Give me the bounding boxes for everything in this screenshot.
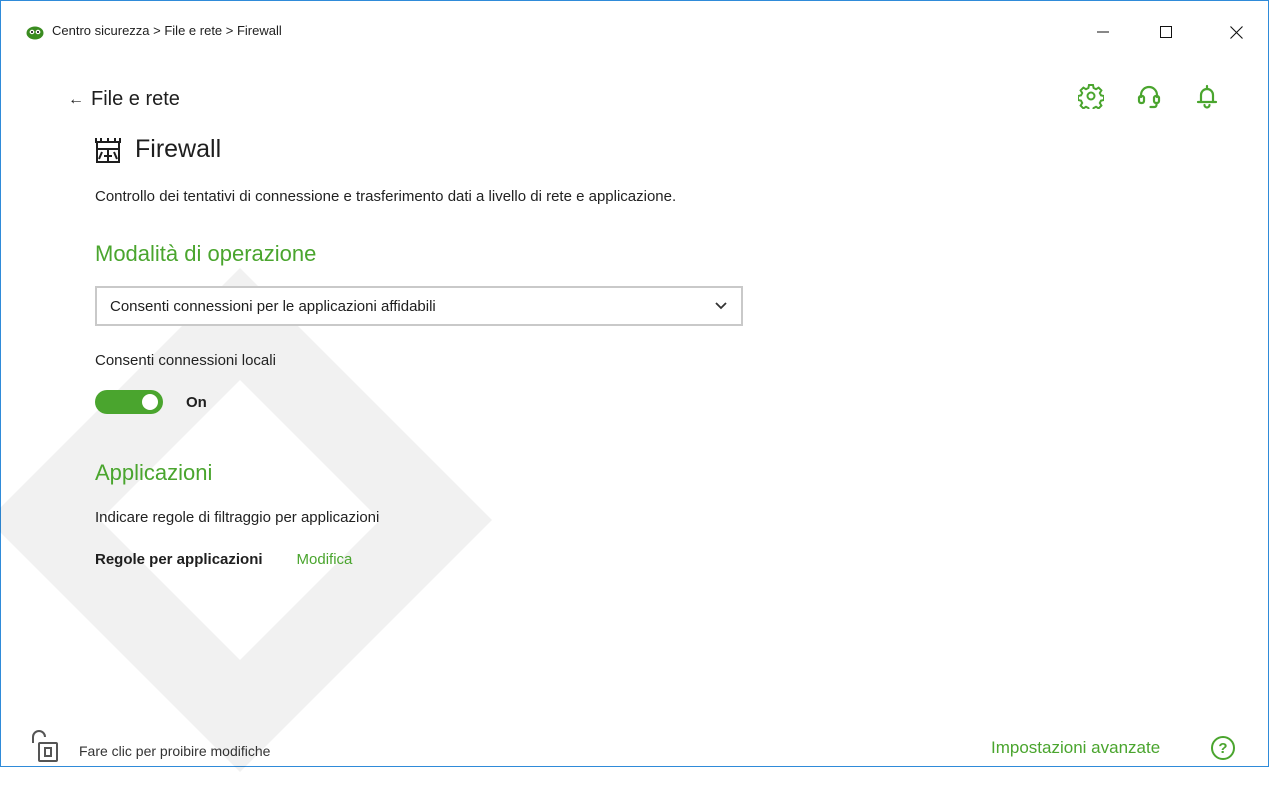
close-icon (1230, 25, 1243, 39)
page-title: Firewall (135, 135, 222, 163)
applications-description: Indicare regole di filtraggio per applic… (95, 509, 380, 526)
toggle-state-label: On (186, 393, 207, 411)
support-headset-icon[interactable] (1133, 80, 1165, 112)
back-label: File e rete (91, 88, 180, 110)
toggle-knob (142, 394, 158, 410)
maximize-button[interactable] (1143, 12, 1188, 52)
operation-mode-select[interactable]: Consenti connessioni per le applicazioni… (95, 286, 743, 326)
title-bar: Centro sicurezza > File e rete > Firewal… (0, 0, 1269, 62)
advanced-settings-link[interactable]: Impostazioni avanzate (991, 738, 1160, 758)
minimize-icon (1096, 31, 1109, 33)
chevron-down-icon (715, 302, 727, 310)
back-arrow-icon: ← (68, 90, 84, 108)
window-frame (0, 0, 1269, 767)
minimize-button[interactable] (1080, 12, 1125, 52)
page-header: Firewall (95, 135, 221, 164)
app-logo-icon (26, 26, 44, 40)
header-toolbar (1075, 80, 1223, 112)
page-description: Controllo dei tentativi di connessione e… (95, 188, 677, 205)
close-button[interactable] (1214, 12, 1259, 52)
application-rules-label: Regole per applicazioni (95, 551, 263, 568)
section-title-applications: Applicazioni (95, 460, 213, 485)
help-button[interactable]: ? (1211, 736, 1235, 760)
application-rules-row: Regole per applicazioni Modifica (95, 551, 352, 568)
unlocked-padlock-icon[interactable] (30, 729, 60, 763)
back-link[interactable]: ← File e rete (68, 88, 180, 111)
local-connections-label: Consenti connessioni locali (95, 352, 276, 369)
lock-settings-text[interactable]: Fare clic per proibire modifiche (79, 743, 270, 759)
local-connections-toggle-row: On (95, 390, 207, 414)
edit-rules-link[interactable]: Modifica (297, 551, 353, 568)
bell-icon[interactable] (1191, 80, 1223, 112)
maximize-icon (1159, 26, 1172, 38)
local-connections-toggle[interactable] (95, 390, 163, 414)
section-title-mode: Modalità di operazione (95, 241, 317, 266)
operation-mode-selected: Consenti connessioni per le applicazioni… (110, 297, 436, 315)
castle-icon (95, 137, 121, 163)
window-title: Centro sicurezza > File e rete > Firewal… (52, 23, 282, 38)
gear-icon[interactable] (1075, 80, 1107, 112)
